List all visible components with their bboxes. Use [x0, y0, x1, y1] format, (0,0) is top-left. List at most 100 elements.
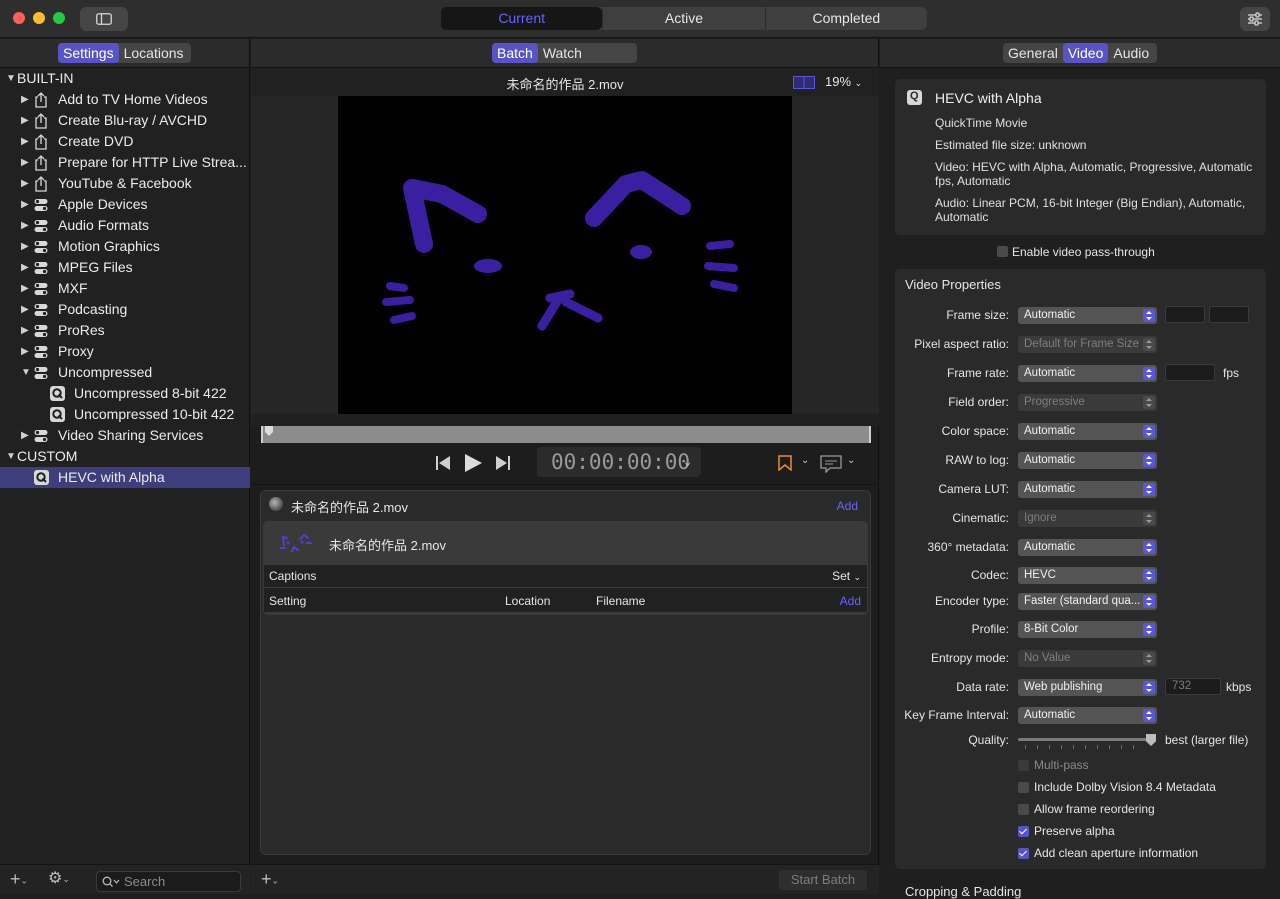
- color-space-popup[interactable]: Automatic: [1018, 423, 1157, 440]
- frame-rate-field[interactable]: [1165, 364, 1215, 381]
- tab-completed[interactable]: Completed: [766, 7, 927, 30]
- timecode-display[interactable]: 00:00:00:00 ⌄: [537, 447, 701, 477]
- disclosure-closed-icon[interactable]: ▶: [21, 131, 29, 152]
- add-setting-link[interactable]: Add: [837, 499, 858, 513]
- disclosure-closed-icon[interactable]: ▶: [21, 215, 29, 236]
- setting-item[interactable]: ▶ MXF: [0, 278, 250, 299]
- disclosure-closed-icon[interactable]: ▶: [21, 110, 29, 131]
- cinematic-popup[interactable]: Ignore: [1018, 510, 1157, 527]
- zoom-window-button[interactable]: [53, 12, 65, 24]
- key-frame-popup[interactable]: Automatic: [1018, 707, 1157, 724]
- kbps-field[interactable]: 732: [1165, 678, 1221, 695]
- disclosure-closed-icon[interactable]: ▶: [21, 194, 29, 215]
- disclosure-closed-icon[interactable]: ▶: [21, 152, 29, 173]
- option-checkbox[interactable]: [1018, 782, 1029, 793]
- setting-item[interactable]: Uncompressed 10-bit 422: [0, 404, 250, 425]
- option-checkbox[interactable]: [1018, 804, 1029, 815]
- tab-settings[interactable]: Settings: [58, 43, 119, 63]
- section-header[interactable]: ▼ BUILT-IN: [0, 68, 250, 89]
- tab-audio[interactable]: Audio: [1108, 43, 1154, 63]
- disclosure-closed-icon[interactable]: ▶: [21, 425, 29, 446]
- setting-item[interactable]: ▶ Proxy: [0, 341, 250, 362]
- disclosure-closed-icon[interactable]: ▶: [21, 173, 29, 194]
- setting-item[interactable]: ▶ Add to TV Home Videos: [0, 89, 250, 110]
- set-captions-button[interactable]: Set ⌄: [832, 569, 861, 583]
- setting-item[interactable]: ▶ Prepare for HTTP Live Strea...: [0, 152, 250, 173]
- setting-item[interactable]: ▶ MPEG Files: [0, 257, 250, 278]
- disclosure-closed-icon[interactable]: ▶: [21, 299, 29, 320]
- settings-action-button[interactable]: ⚙⌄: [48, 869, 70, 889]
- split-view-icon[interactable]: [793, 76, 815, 89]
- setting-item[interactable]: ▶ Apple Devices: [0, 194, 250, 215]
- tab-batch[interactable]: Batch: [492, 43, 538, 63]
- batch-list[interactable]: 未命名的作品 2.mov Add 未命名的作品 2.mov Captions S…: [260, 490, 871, 855]
- frame-height-field[interactable]: [1209, 306, 1249, 323]
- frame-size-popup[interactable]: Automatic: [1018, 307, 1157, 324]
- timeline-scrubber[interactable]: [261, 426, 871, 443]
- tab-watch-folders[interactable]: Watch Folders: [538, 43, 637, 81]
- play-icon[interactable]: [463, 453, 483, 473]
- disclosure-closed-icon[interactable]: ▶: [21, 257, 29, 278]
- close-window-button[interactable]: [13, 12, 25, 24]
- option-checkbox[interactable]: [1018, 826, 1029, 837]
- playhead[interactable]: [265, 426, 273, 436]
- disclosure-closed-icon[interactable]: ▶: [21, 341, 29, 362]
- tab-active[interactable]: Active: [602, 7, 766, 30]
- chevron-down-icon[interactable]: ⌄: [847, 455, 855, 466]
- profile-popup[interactable]: 8-Bit Color: [1018, 621, 1157, 638]
- setting-item[interactable]: ▶ YouTube & Facebook: [0, 173, 250, 194]
- out-point-marker[interactable]: [869, 426, 871, 443]
- disclosure-open-icon[interactable]: ▼: [6, 446, 16, 467]
- add-setting-button[interactable]: +⌄: [10, 869, 28, 890]
- disclosure-open-icon[interactable]: ▼: [6, 68, 16, 89]
- setting-item[interactable]: ▶ Motion Graphics: [0, 236, 250, 257]
- data-rate-popup[interactable]: Web publishing: [1018, 679, 1157, 696]
- captions-icon[interactable]: [820, 455, 842, 473]
- setting-item[interactable]: ▶ Audio Formats: [0, 215, 250, 236]
- frame-rate-popup[interactable]: Automatic: [1018, 365, 1157, 382]
- setting-item-selected[interactable]: HEVC with Alpha: [0, 467, 250, 488]
- pixel-aspect-popup[interactable]: Default for Frame Size: [1018, 336, 1157, 353]
- sidebar-toggle-button[interactable]: [80, 7, 128, 31]
- disclosure-closed-icon[interactable]: ▶: [21, 320, 29, 341]
- previous-frame-icon[interactable]: [435, 456, 451, 470]
- passthrough-checkbox[interactable]: [997, 246, 1008, 257]
- bookmark-icon[interactable]: [777, 455, 793, 471]
- option-checkbox[interactable]: [1018, 848, 1029, 859]
- zoom-popup[interactable]: 19% ⌄: [825, 74, 862, 89]
- tab-video[interactable]: Video: [1062, 43, 1109, 63]
- metadata-360-popup[interactable]: Automatic: [1018, 539, 1157, 556]
- entropy-mode-popup[interactable]: No Value: [1018, 650, 1157, 667]
- chevron-down-icon[interactable]: ⌄: [801, 455, 809, 466]
- codec-popup[interactable]: HEVC: [1018, 567, 1157, 584]
- section-header[interactable]: ▼ CUSTOM: [0, 446, 250, 467]
- start-batch-button[interactable]: Start Batch: [779, 870, 867, 890]
- search-field[interactable]: [96, 871, 241, 892]
- disclosure-open-icon[interactable]: ▼: [21, 362, 31, 383]
- tab-locations[interactable]: Locations: [119, 43, 189, 63]
- quality-slider[interactable]: [1018, 734, 1156, 746]
- camera-lut-popup[interactable]: Automatic: [1018, 481, 1157, 498]
- inspector-toggle-button[interactable]: [1240, 7, 1270, 31]
- setting-item[interactable]: ▶ Create DVD: [0, 131, 250, 152]
- minimize-window-button[interactable]: [33, 12, 45, 24]
- in-point-marker[interactable]: [261, 426, 263, 443]
- setting-item[interactable]: ▶ Podcasting: [0, 299, 250, 320]
- setting-item[interactable]: ▼ Uncompressed: [0, 362, 250, 383]
- next-frame-icon[interactable]: [495, 456, 511, 470]
- add-file-button[interactable]: +⌄: [261, 869, 279, 890]
- field-order-popup[interactable]: Progressive: [1018, 394, 1157, 411]
- batch-job[interactable]: 未命名的作品 2.mov Captions Set ⌄ Setting Loca…: [263, 521, 868, 615]
- disclosure-closed-icon[interactable]: ▶: [21, 89, 29, 110]
- disclosure-closed-icon[interactable]: ▶: [21, 278, 29, 299]
- tab-general[interactable]: General: [1003, 43, 1063, 63]
- frame-width-field[interactable]: [1165, 306, 1205, 323]
- add-output-link[interactable]: Add: [840, 594, 861, 608]
- option-checkbox[interactable]: [1018, 760, 1029, 771]
- tab-current[interactable]: Current: [441, 7, 603, 30]
- encoder-type-popup[interactable]: Faster (standard qua...: [1018, 593, 1157, 610]
- quality-slider-knob[interactable]: [1146, 734, 1156, 746]
- search-input[interactable]: [124, 873, 236, 890]
- setting-item[interactable]: ▶ Video Sharing Services: [0, 425, 250, 446]
- setting-item[interactable]: Uncompressed 8-bit 422: [0, 383, 250, 404]
